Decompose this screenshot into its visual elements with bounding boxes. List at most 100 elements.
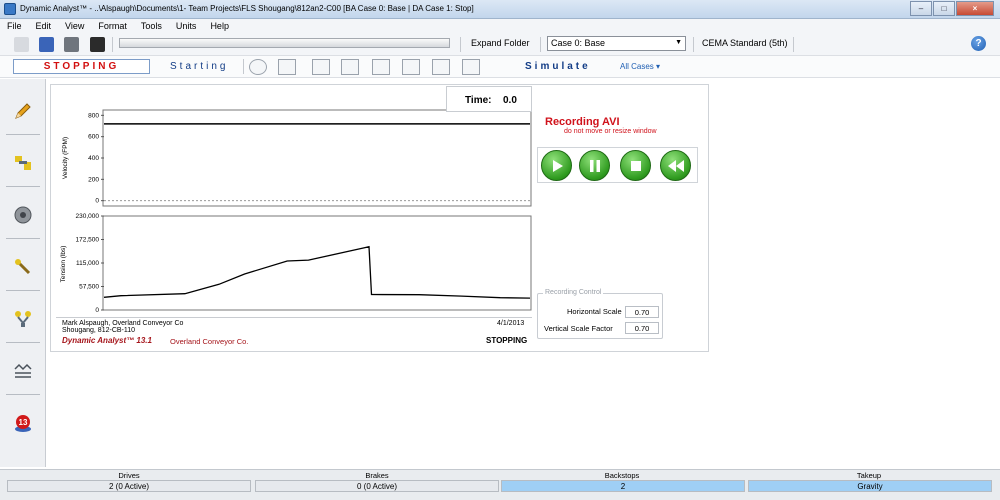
time-value: 0.0 (503, 95, 517, 106)
app-icon (4, 3, 16, 15)
minimize-button[interactable]: – (910, 1, 932, 16)
product-brand: Dynamic Analyst™ 13.1 (62, 336, 152, 345)
y-tick-label: 400 (88, 155, 99, 162)
tension-axis-label: Tension (lbs) (60, 246, 67, 283)
maximize-button[interactable]: □ (933, 1, 955, 16)
pause-icon (590, 160, 600, 172)
sidebar-item-version[interactable]: 13 (6, 397, 40, 447)
sidebar-item-belt[interactable] (6, 345, 40, 395)
menu-format[interactable]: Format (91, 19, 134, 34)
sidebar: 13 (0, 79, 46, 467)
sidebar-item-edit[interactable] (6, 85, 40, 135)
torque-graph-icon[interactable] (372, 59, 390, 75)
version-13-icon: 13 (13, 413, 33, 433)
stopping-mode-button[interactable]: STOPPING (13, 59, 150, 74)
power-graph-icon[interactable] (341, 59, 359, 75)
recording-control-legend: Recording Control (543, 289, 604, 296)
animate-gauge-icon[interactable] (249, 59, 267, 75)
slip-graph-icon[interactable] (402, 59, 420, 75)
time-display: Time: 0.0 (446, 86, 532, 112)
mode-toolbar (0, 56, 1000, 78)
recording-note: do not move or resize window (564, 128, 657, 135)
expand-folder-button[interactable]: Expand Folder (471, 38, 530, 48)
horizontal-scale-field[interactable]: 0.70 (625, 306, 659, 318)
vertical-scale-field[interactable]: 0.70 (625, 322, 659, 334)
menu-tools[interactable]: Tools (134, 19, 169, 34)
pause-button[interactable] (579, 150, 610, 181)
status-drives-value: 2 (0 Active) (7, 480, 251, 492)
menu-file[interactable]: File (0, 19, 29, 34)
tension-series-line (103, 245, 531, 299)
status-drives-label: Drives (118, 471, 140, 480)
sidebar-item-takeup[interactable] (6, 293, 40, 343)
print-icon[interactable] (64, 37, 79, 52)
sag-graph-icon[interactable] (462, 59, 480, 75)
all-cases-dropdown[interactable]: All Cases ▾ (620, 62, 660, 71)
velocity-axis-label: Velocity (FPM) (62, 137, 69, 179)
y-tick-label: 0 (95, 307, 99, 314)
menu-view[interactable]: View (58, 19, 91, 34)
time-label: Time: (465, 95, 492, 106)
menu-units[interactable]: Units (169, 19, 204, 34)
author-line: Mark Alspaugh, Overland Conveyor Co (62, 320, 184, 327)
report-date: 4/1/2013 (497, 320, 525, 327)
vertical-scale-label: Vertical Scale Factor (544, 324, 613, 333)
progress-bar (119, 38, 450, 48)
close-button[interactable]: × (956, 1, 994, 16)
chevron-down-icon: ▼ (675, 39, 682, 46)
new-file-icon[interactable] (14, 37, 29, 52)
simulate-button[interactable]: Simulate (525, 61, 591, 72)
status-takeup-label: Takeup (856, 471, 882, 480)
project-line: Shougang, 812-CB-110 (62, 327, 136, 334)
y-tick-label: 0 (95, 198, 99, 205)
recording-title: Recording AVI (545, 116, 620, 128)
belt-icon (13, 361, 33, 381)
pulley-icon (13, 205, 33, 225)
help-icon[interactable]: ? (971, 36, 986, 51)
sidebar-item-brakes[interactable] (6, 241, 40, 291)
y-tick-label: 600 (88, 134, 99, 141)
standard-label: CEMA Standard (5th) (702, 38, 788, 48)
drives-icon (13, 153, 33, 173)
stop-icon (631, 161, 641, 171)
window-title: Dynamic Analyst™ - ..\Alspaugh\Documents… (20, 4, 474, 13)
mode-label: STOPPING (486, 336, 528, 345)
status-backstops-label: Backstops (604, 471, 640, 480)
menu-bar: File Edit View Format Tools Units Help (0, 19, 1000, 34)
y-tick-label: 230,000 (76, 213, 100, 220)
menu-help[interactable]: Help (203, 19, 236, 34)
case-select-value: Case 0: Base (551, 38, 606, 48)
play-button[interactable] (541, 150, 572, 181)
rewind-icon (668, 160, 684, 172)
video-camera-icon[interactable] (90, 37, 105, 52)
company-name: Overland Conveyor Co. (170, 337, 249, 346)
horizontal-scale-label: Horizontal Scale (567, 307, 622, 316)
y-tick-label: 200 (88, 176, 99, 183)
save-icon[interactable] (39, 37, 54, 52)
y-tick-label: 57,500 (79, 284, 99, 291)
y-tick-label: 800 (88, 112, 99, 119)
speed-graph-icon[interactable] (312, 59, 330, 75)
stop-button[interactable] (620, 150, 651, 181)
status-takeup-value: Gravity (748, 480, 992, 492)
charts-svg: 800 600 400 200 0 Velocity (FPM) 230,000 172,… (60, 109, 532, 314)
title-bar: Dynamic Analyst™ - ..\Alspaugh\Documents… (0, 0, 1000, 19)
brake-icon (13, 257, 33, 277)
pencil-icon (13, 101, 33, 121)
status-brakes-value: 0 (0 Active) (255, 480, 499, 492)
rewind-button[interactable] (660, 150, 691, 181)
status-backstops-value: 2 (501, 480, 745, 492)
takeup-icon (13, 309, 33, 329)
case-select[interactable]: Case 0: Base ▼ (547, 36, 686, 51)
status-brakes-label: Brakes (365, 471, 389, 480)
menu-edit[interactable]: Edit (29, 19, 59, 34)
y-tick-label: 115,000 (76, 260, 99, 267)
play-icon (553, 160, 563, 172)
tension-graph-icon[interactable] (278, 59, 296, 75)
takeup-graph-icon[interactable] (432, 59, 450, 75)
sidebar-item-drives[interactable] (6, 137, 40, 187)
starting-mode-button[interactable]: Starting (170, 61, 228, 72)
sidebar-item-pulleys[interactable] (6, 189, 40, 239)
version-badge: 13 (19, 418, 28, 427)
y-tick-label: 172,500 (76, 237, 100, 244)
